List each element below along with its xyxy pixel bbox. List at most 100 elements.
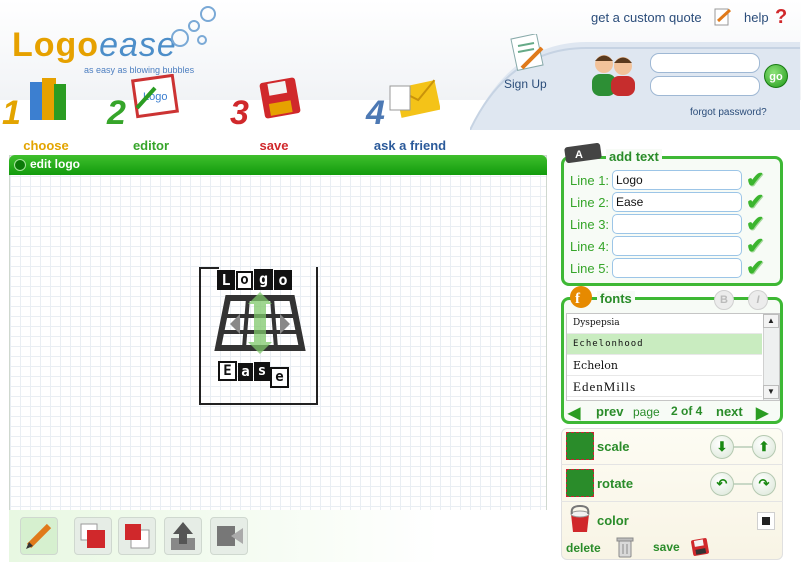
logo-letter[interactable]: o <box>236 271 253 290</box>
line-2-input[interactable] <box>612 192 742 212</box>
step-number: 1 <box>2 94 21 132</box>
pencil-note-icon[interactable] <box>714 7 732 27</box>
color-label: color <box>597 513 629 528</box>
step-label: editor <box>132 138 170 153</box>
edit-logo-title: edit logo <box>30 157 80 171</box>
help-question-icon[interactable]: ? <box>775 6 787 29</box>
line-3-input[interactable] <box>612 214 742 234</box>
rotate-left-button[interactable]: ↶ <box>710 472 734 496</box>
button-connector <box>734 483 752 485</box>
logo-letter[interactable]: L <box>217 270 235 290</box>
export-button[interactable] <box>210 517 248 555</box>
bring-to-front-button[interactable] <box>118 517 156 555</box>
font-list-item[interactable]: Dyspepsia <box>567 313 762 334</box>
scale-up-button[interactable]: ⬆ <box>752 435 776 459</box>
prev-page-link[interactable]: prev <box>596 404 623 419</box>
step-save[interactable]: 3 save <box>224 74 324 156</box>
scroll-down-arrow-icon[interactable]: ▼ <box>763 385 779 399</box>
next-arrow-icon[interactable]: ▶ <box>756 403 768 423</box>
line-2-label: Line 2: <box>570 195 610 210</box>
step-label: save <box>259 138 289 153</box>
brand-logo[interactable]: Logoease <box>12 26 177 65</box>
color-row <box>561 502 783 539</box>
save-disk-icon[interactable] <box>690 537 710 557</box>
text-tool-icon: A <box>564 142 602 164</box>
custom-quote-link[interactable]: get a custom quote <box>591 10 702 25</box>
line-4-apply-check-icon[interactable]: ✔ <box>746 235 774 257</box>
font-list-item[interactable]: EdenMills <box>567 376 762 397</box>
bubbles-icon <box>171 6 216 47</box>
panel-dot-icon <box>14 159 26 171</box>
bold-toggle[interactable]: B <box>714 290 734 310</box>
logo-text-part1: Logo <box>12 26 100 64</box>
prev-arrow-icon[interactable]: ◀ <box>568 403 580 423</box>
forgot-password-link[interactable]: forgot password? <box>690 107 767 118</box>
edit-logo-titlebar <box>9 155 547 175</box>
upload-button[interactable] <box>164 517 202 555</box>
step-number: 4 <box>366 94 385 132</box>
logo-letter[interactable]: e <box>270 367 289 388</box>
step-number: 3 <box>230 94 249 132</box>
line-1-apply-check-icon[interactable]: ✔ <box>746 169 774 191</box>
paint-bucket-icon <box>570 504 590 532</box>
line-4-label: Line 4: <box>570 239 610 254</box>
scale-icon <box>566 432 594 460</box>
pencil-tool-button[interactable] <box>20 517 58 555</box>
users-icon <box>592 55 635 96</box>
next-page-link[interactable]: next <box>716 404 743 419</box>
upload-icon <box>171 522 195 550</box>
step-editor[interactable]: Logo 2 editor <box>101 74 201 156</box>
font-list-item-selected[interactable]: Echelonhood <box>567 334 762 355</box>
svg-text:A: A <box>575 149 583 161</box>
line-3-apply-check-icon[interactable]: ✔ <box>746 213 774 235</box>
italic-toggle[interactable]: I <box>748 290 768 310</box>
bring-front-icon <box>125 524 150 549</box>
scale-down-button[interactable]: ⬇ <box>710 435 734 459</box>
logo-letter[interactable]: g <box>254 269 273 290</box>
save-button[interactable]: save <box>653 540 680 554</box>
color-swatch[interactable] <box>757 512 775 530</box>
scroll-up-arrow-icon[interactable]: ▲ <box>763 314 779 328</box>
add-text-title: add text <box>606 149 662 164</box>
pencil-icon <box>26 523 52 549</box>
send-to-back-button[interactable] <box>74 517 112 555</box>
floppy-icon <box>259 77 301 119</box>
line-5-label: Line 5: <box>570 261 610 276</box>
step-ask-a-friend[interactable]: 4 ask a friend <box>360 74 460 156</box>
go-button[interactable]: go <box>764 64 788 88</box>
page-label: page <box>633 405 660 419</box>
password-input[interactable] <box>650 76 760 96</box>
logo-letter[interactable]: o <box>274 270 292 290</box>
logo-letter[interactable]: E <box>218 361 237 381</box>
help-link[interactable]: help <box>744 10 769 25</box>
rotate-icon <box>566 469 594 497</box>
fonts-title: fonts <box>597 291 635 306</box>
font-list-item[interactable]: Echelon <box>567 355 762 376</box>
envelope-icon <box>389 79 440 118</box>
rotate-right-button[interactable]: ↷ <box>752 472 776 496</box>
signup-link[interactable]: Sign Up <box>504 77 547 91</box>
step-number: 2 <box>107 94 126 132</box>
line-4-input[interactable] <box>612 236 742 256</box>
delete-button[interactable]: delete <box>566 541 601 555</box>
fonts-icon: f <box>570 286 592 308</box>
signup-form-icon[interactable] <box>508 34 546 74</box>
line-5-apply-check-icon[interactable]: ✔ <box>746 257 774 279</box>
line-5-input[interactable] <box>612 258 742 278</box>
canvas-top-edge <box>199 267 219 269</box>
grid-emblem-graphic[interactable] <box>210 292 310 354</box>
trash-icon[interactable] <box>616 536 634 558</box>
line-2-apply-check-icon[interactable]: ✔ <box>746 191 774 213</box>
step-choose[interactable]: 1 choose <box>0 74 96 156</box>
books-icon <box>30 78 66 120</box>
page-count: 2 of 4 <box>671 404 703 418</box>
username-input[interactable] <box>650 53 760 73</box>
rotate-label: rotate <box>597 476 634 491</box>
line-1-label: Line 1: <box>570 173 610 188</box>
send-back-icon <box>80 523 105 548</box>
logo-letter[interactable]: s <box>254 362 270 381</box>
editor-icon: Logo <box>130 74 180 119</box>
step-label: choose <box>23 138 69 153</box>
logo-letter[interactable]: a <box>238 363 253 381</box>
line-1-input[interactable] <box>612 170 742 190</box>
